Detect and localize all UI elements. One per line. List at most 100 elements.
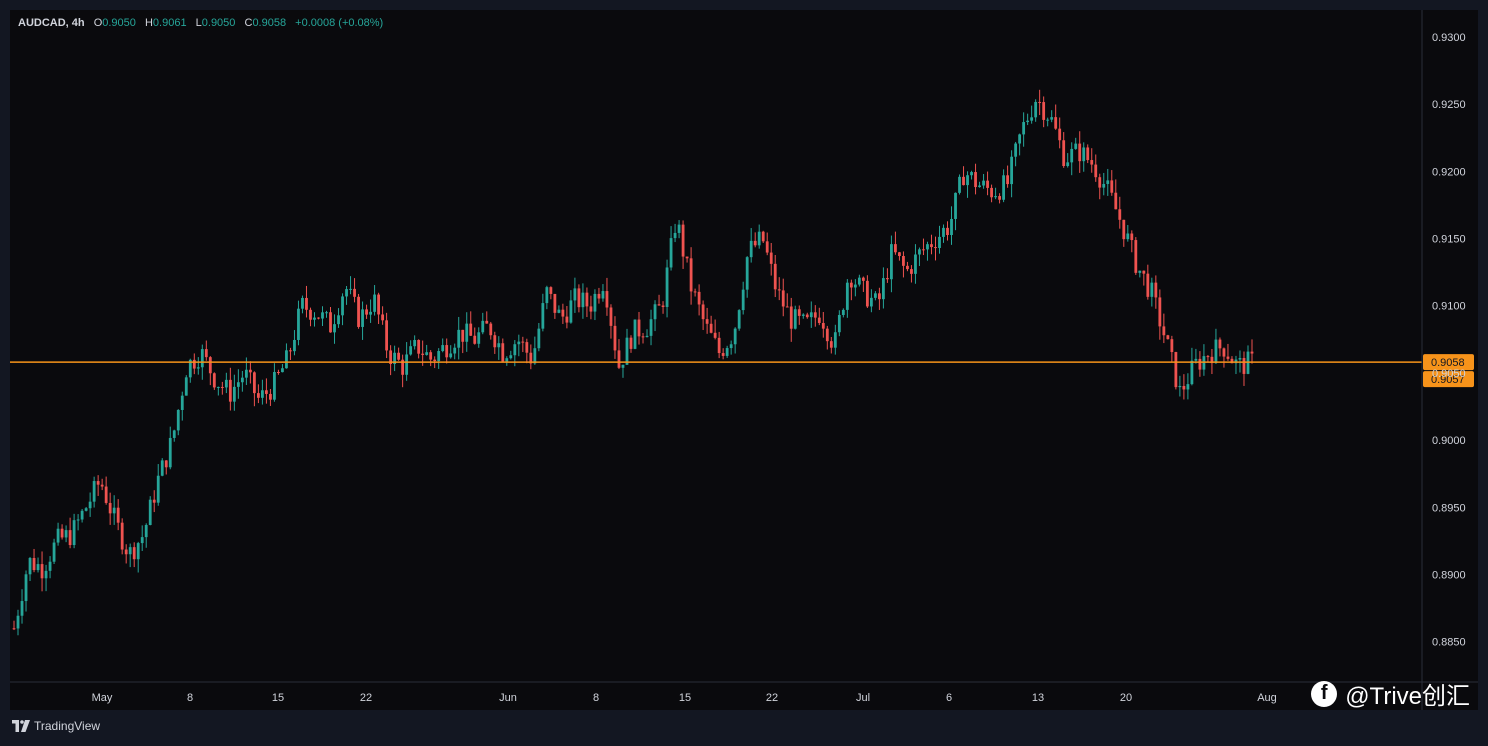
low-value: 0.9050: [201, 17, 236, 29]
candle-body: [982, 180, 985, 186]
candle-body: [565, 316, 569, 323]
candle-body: [341, 296, 344, 316]
candle-body: [228, 379, 232, 402]
candle-body: [489, 323, 493, 336]
candle-body: [705, 319, 709, 324]
candle-body: [926, 244, 929, 250]
candle-body: [613, 325, 617, 351]
candle-body: [789, 306, 793, 329]
candle-body: [753, 240, 757, 246]
candle-body: [1178, 385, 1182, 388]
x-tick-label: Jul: [856, 692, 870, 704]
candle-body: [677, 224, 681, 233]
candle-body: [265, 390, 268, 394]
candle-body: [946, 227, 949, 236]
candle-body: [569, 300, 573, 323]
candle-body: [104, 486, 108, 503]
candle-body: [1150, 282, 1154, 297]
candle-body: [477, 332, 481, 344]
candle-body: [894, 244, 897, 253]
candle-body: [1010, 156, 1014, 185]
candle-body: [232, 386, 236, 402]
chart-svg[interactable]: 0.90580.9057 0.93000.92500.92000.91500.9…: [10, 10, 1478, 710]
candle-body: [152, 499, 156, 503]
candle-body: [958, 176, 961, 193]
candle-body: [1118, 209, 1122, 220]
candle-body: [1110, 180, 1114, 193]
candle-body: [28, 557, 32, 575]
tradingview-brand[interactable]: TradingView: [12, 719, 100, 733]
candle-body: [220, 386, 224, 388]
candle-body: [248, 369, 252, 373]
x-tick-label: 15: [272, 692, 284, 704]
x-tick-label: 6: [946, 692, 952, 704]
candle-body: [1182, 385, 1186, 390]
candle-body: [1190, 360, 1194, 385]
candle-body: [573, 288, 577, 301]
candle-body: [164, 460, 168, 468]
candle-body: [72, 520, 76, 546]
candle-body: [88, 501, 92, 509]
candle-body: [309, 309, 312, 320]
x-tick-label: 15: [679, 692, 691, 704]
candle-body: [553, 293, 557, 313]
candle-body: [1102, 183, 1106, 188]
candle-body: [1006, 175, 1010, 185]
candle-body: [693, 291, 697, 293]
candle-body: [433, 359, 437, 362]
candle-body: [52, 542, 56, 562]
candle-body: [994, 196, 997, 198]
candle-body: [837, 314, 841, 333]
candle-body: [657, 304, 661, 306]
candle-body: [1106, 180, 1110, 184]
candle-body: [236, 382, 240, 387]
candle-body: [132, 547, 136, 560]
candle-body: [685, 256, 689, 259]
candle-body: [293, 339, 296, 352]
candle-body: [140, 537, 144, 544]
candle-body: [1194, 358, 1198, 361]
candle-body: [1026, 120, 1030, 123]
candle-body: [361, 309, 364, 327]
candle-body: [1002, 175, 1005, 200]
candle-body: [505, 358, 509, 362]
candle-body: [184, 377, 188, 396]
candle-body: [16, 615, 20, 629]
candle-body: [717, 337, 721, 354]
candle-body: [918, 249, 921, 255]
symbol-label[interactable]: AUDCAD, 4h: [18, 17, 85, 29]
candle-body: [1130, 233, 1134, 241]
candle-body: [1066, 162, 1070, 166]
candle-body: [357, 296, 360, 327]
candle-body: [938, 236, 941, 249]
candle-body: [80, 510, 84, 520]
tradingview-logo-icon: [12, 720, 30, 732]
candle-body: [1242, 358, 1246, 374]
candle-body: [1154, 282, 1158, 298]
candle-body: [56, 528, 60, 543]
candle-body: [204, 349, 208, 358]
candle-body: [501, 343, 505, 362]
candle-body: [1122, 219, 1126, 240]
candle-body: [517, 341, 521, 345]
y-tick-label: 0.9200: [1432, 166, 1466, 178]
candle-body: [180, 395, 184, 410]
candle-body: [124, 549, 128, 555]
candle-body: [1074, 143, 1078, 149]
candle-body: [1226, 356, 1230, 359]
candle-body: [365, 309, 368, 315]
candle-body: [1146, 273, 1150, 297]
candle-body: [252, 372, 256, 394]
candle-body: [285, 350, 288, 369]
candle-body: [797, 309, 801, 316]
candle-body: [577, 288, 581, 308]
candle-body: [1098, 177, 1102, 188]
candle-body: [1174, 352, 1178, 388]
candle-body: [697, 291, 701, 305]
chart-area[interactable]: 0.9058 0.9057 0.9300 0.9250 0.9200 0.9150 0.9…: [10, 10, 1478, 710]
candle-body: [1078, 143, 1082, 162]
candle-body: [621, 364, 625, 368]
candle-body: [637, 319, 641, 337]
candle-body: [377, 294, 380, 315]
candle-body: [785, 306, 789, 308]
